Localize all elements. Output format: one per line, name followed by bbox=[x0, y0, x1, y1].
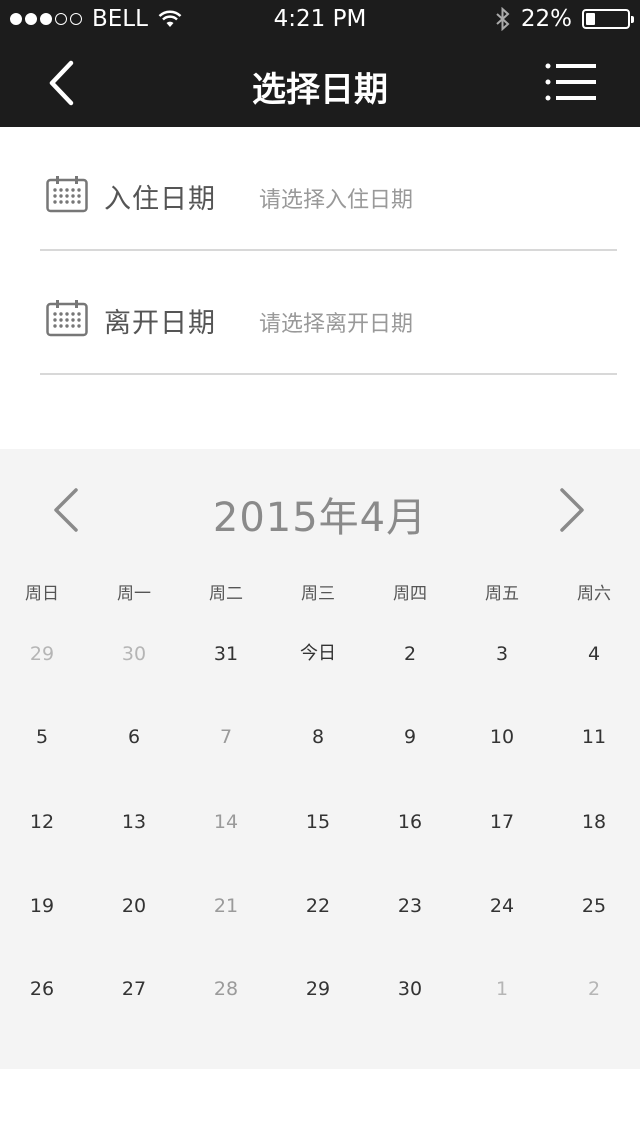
calendar-icon bbox=[46, 176, 88, 213]
weekday-label: 周一 bbox=[117, 584, 151, 604]
calendar-day[interactable]: 16 bbox=[370, 802, 450, 842]
calendar-day[interactable]: 29 bbox=[2, 634, 82, 674]
month-title: 2015年4月 bbox=[212, 495, 428, 541]
calendar-day[interactable]: 2 bbox=[370, 634, 450, 674]
calendar-day[interactable]: 22 bbox=[278, 886, 358, 926]
calendar-day[interactable]: 6 bbox=[94, 717, 174, 757]
weekday-label: 周五 bbox=[485, 584, 519, 604]
calendar-day[interactable]: 9 bbox=[370, 717, 450, 757]
battery-icon bbox=[582, 9, 634, 29]
checkout-date-row[interactable]: 离开日期 请选择离开日期 bbox=[40, 251, 617, 375]
calendar-day[interactable]: 19 bbox=[2, 886, 82, 926]
calendar-day[interactable]: 20 bbox=[94, 886, 174, 926]
calendar-day[interactable]: 14 bbox=[186, 802, 266, 842]
next-month-button[interactable] bbox=[552, 485, 592, 535]
calendar: 2015年4月 周日 周一 周二 周三 周四 周五 周六 29 30 31 今日 2 3 4 5 6 7 8 9 1… bbox=[0, 449, 640, 1069]
calendar-day[interactable]: 31 bbox=[186, 634, 266, 674]
checkout-placeholder: 请选择离开日期 bbox=[259, 312, 414, 337]
calendar-day[interactable]: 30 bbox=[370, 969, 450, 1009]
calendar-icon bbox=[46, 300, 88, 337]
calendar-day[interactable]: 7 bbox=[186, 717, 266, 757]
calendar-day[interactable]: 8 bbox=[278, 717, 358, 757]
calendar-day[interactable]: 23 bbox=[370, 886, 450, 926]
calendar-day-today[interactable]: 今日 bbox=[278, 634, 358, 674]
calendar-day[interactable]: 17 bbox=[462, 802, 542, 842]
weekday-label: 周四 bbox=[393, 584, 427, 604]
calendar-day[interactable]: 30 bbox=[94, 634, 174, 674]
calendar-day[interactable]: 21 bbox=[186, 886, 266, 926]
weekday-header: 周日 周一 周二 周三 周四 周五 周六 bbox=[0, 579, 640, 609]
weekday-label: 周日 bbox=[25, 584, 59, 604]
chevron-left-icon bbox=[49, 60, 74, 106]
calendar-day[interactable]: 27 bbox=[94, 969, 174, 1009]
calendar-day[interactable]: 13 bbox=[94, 802, 174, 842]
calendar-day[interactable]: 12 bbox=[2, 802, 82, 842]
menu-icon bbox=[545, 63, 596, 101]
nav-bar: 选择日期 bbox=[0, 40, 640, 127]
calendar-day[interactable]: 3 bbox=[462, 634, 542, 674]
calendar-day[interactable]: 5 bbox=[2, 717, 82, 757]
bluetooth-icon bbox=[496, 7, 510, 31]
checkout-label: 离开日期 bbox=[104, 308, 216, 339]
calendar-day[interactable]: 10 bbox=[462, 717, 542, 757]
battery-percent: 22% bbox=[520, 6, 572, 32]
calendar-day[interactable]: 24 bbox=[462, 886, 542, 926]
back-button[interactable] bbox=[36, 58, 86, 108]
checkin-label: 入住日期 bbox=[104, 184, 216, 215]
calendar-day[interactable]: 2 bbox=[554, 969, 634, 1009]
battery-fill bbox=[586, 13, 595, 25]
calendar-day[interactable]: 26 bbox=[2, 969, 82, 1009]
checkin-date-row[interactable]: 入住日期 请选择入住日期 bbox=[40, 127, 617, 251]
checkin-placeholder: 请选择入住日期 bbox=[259, 188, 414, 213]
status-right: 22% bbox=[495, 6, 634, 32]
weekday-label: 周六 bbox=[577, 584, 611, 604]
calendar-day[interactable]: 15 bbox=[278, 802, 358, 842]
calendar-day[interactable]: 25 bbox=[554, 886, 634, 926]
calendar-day[interactable]: 18 bbox=[554, 802, 634, 842]
calendar-day[interactable]: 4 bbox=[554, 634, 634, 674]
menu-button[interactable] bbox=[544, 62, 600, 102]
calendar-day[interactable]: 29 bbox=[278, 969, 358, 1009]
weekday-label: 周三 bbox=[301, 584, 335, 604]
calendar-day[interactable]: 1 bbox=[462, 969, 542, 1009]
weekday-label: 周二 bbox=[209, 584, 243, 604]
calendar-day[interactable]: 28 bbox=[186, 969, 266, 1009]
battery-nub bbox=[631, 16, 634, 23]
calendar-day[interactable]: 11 bbox=[554, 717, 634, 757]
chevron-right-icon bbox=[560, 488, 584, 532]
status-bar: BELL 4:21 PM 22% bbox=[0, 0, 640, 40]
